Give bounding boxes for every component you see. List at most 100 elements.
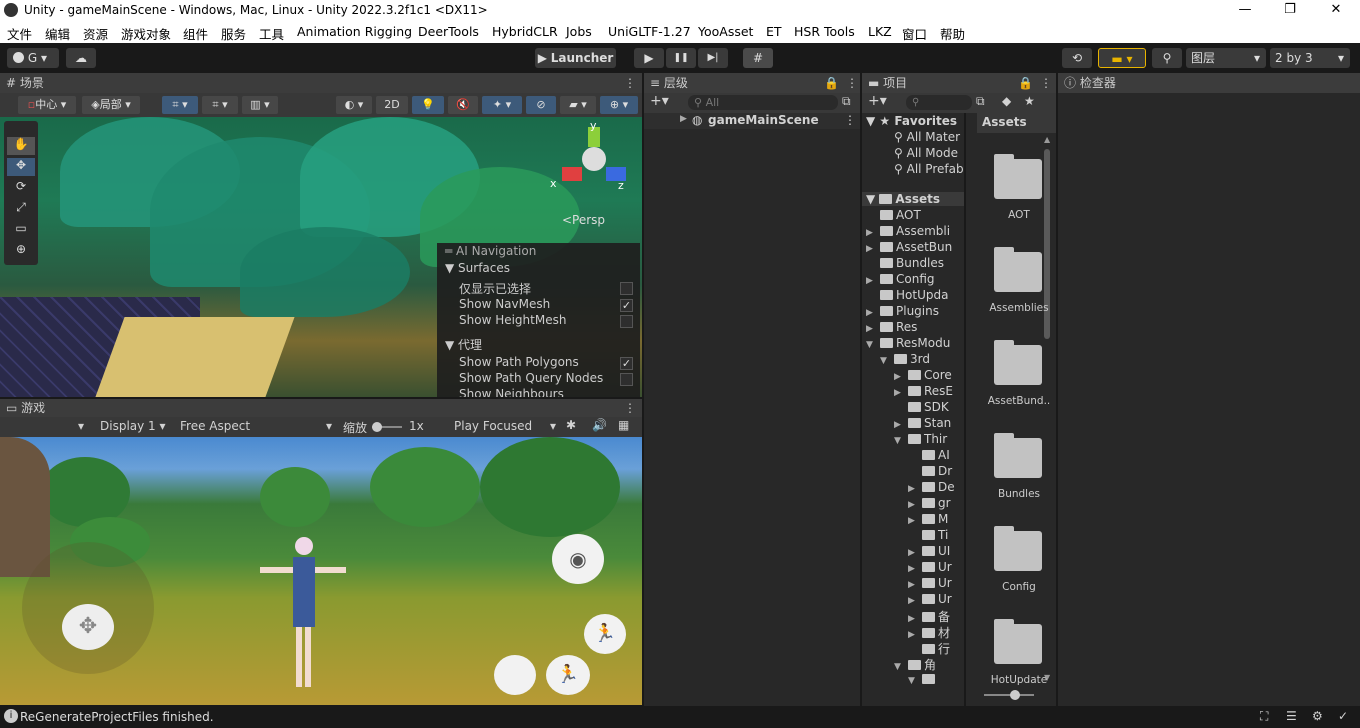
- favorite-icon[interactable]: ★: [1024, 94, 1035, 108]
- tree-folder-row[interactable]: ▶ Ur: [908, 576, 952, 590]
- tree-folder-row[interactable]: ▶ Stan: [894, 416, 951, 430]
- project-menu-icon[interactable]: ⋮: [1040, 73, 1052, 93]
- grid-toggle[interactable]: ⌗ ▾: [162, 96, 198, 114]
- folder-icon[interactable]: [994, 433, 1042, 478]
- expand-arrow-icon[interactable]: ▶: [908, 500, 922, 510]
- expand-arrow-icon[interactable]: ▶: [866, 276, 880, 286]
- pause-button[interactable]: ❚❚: [666, 48, 696, 68]
- menu-unigltf[interactable]: UniGLTF-1.27: [608, 24, 691, 39]
- gizmos-dropdown[interactable]: ⊕ ▾: [600, 96, 638, 114]
- nav-option-checkbox[interactable]: [620, 315, 633, 328]
- expand-arrow-icon[interactable]: ▶: [866, 244, 880, 254]
- tab-project[interactable]: ▬ 项目: [868, 73, 907, 93]
- expand-arrow-icon[interactable]: ▶: [908, 548, 922, 558]
- expand-arrow-icon[interactable]: ▼: [908, 676, 922, 686]
- folder-icon[interactable]: [994, 154, 1042, 199]
- expand-arrow-icon[interactable]: ▶: [894, 372, 908, 382]
- visibility-toggle[interactable]: ⊘: [526, 96, 556, 114]
- search-filter-icon[interactable]: ⧉: [842, 94, 851, 109]
- account-button[interactable]: G ▾: [7, 48, 59, 68]
- expand-arrow-icon[interactable]: ▼: [880, 356, 894, 366]
- rect-tool-icon[interactable]: ▭: [7, 221, 35, 239]
- close-button[interactable]: ✕: [1326, 2, 1346, 17]
- aspect-dropdown[interactable]: Free Aspect ▾: [180, 419, 332, 433]
- assets-root-row[interactable]: ▼ Assets: [862, 192, 964, 206]
- label-icon[interactable]: ◆: [1002, 94, 1011, 108]
- tree-folder-row[interactable]: ▼ 3rd: [880, 352, 930, 366]
- attack-button[interactable]: [494, 655, 536, 695]
- 2d-toggle[interactable]: 2D: [376, 96, 408, 114]
- menu-deertools[interactable]: DeerTools: [418, 24, 479, 39]
- tree-folder-row[interactable]: ▶ ResE: [894, 384, 953, 398]
- scene-menu-icon[interactable]: ⋮: [844, 113, 856, 127]
- display-dropdown[interactable]: Display 1 ▾: [100, 419, 166, 433]
- tab-inspector[interactable]: ⓘ 检查器: [1064, 73, 1116, 93]
- menu-yooasset[interactable]: YooAsset: [698, 24, 753, 39]
- tree-folder-row[interactable]: ▶ Config: [866, 272, 935, 286]
- menu-jobs[interactable]: Jobs: [566, 24, 592, 39]
- favorite-item[interactable]: ⚲ All Prefab: [894, 162, 964, 176]
- tree-folder-row[interactable]: Bundles: [866, 256, 944, 270]
- folder-icon[interactable]: [994, 247, 1042, 292]
- game-viewport[interactable]: ✥ ◉ 🏃 🏃: [0, 437, 642, 705]
- expand-arrow-icon[interactable]: ▶: [908, 596, 922, 606]
- tree-folder-row[interactable]: ▶ De: [908, 480, 955, 494]
- move-tool-icon[interactable]: ✥: [7, 158, 35, 176]
- menu-lkz[interactable]: LKZ: [868, 24, 892, 39]
- history-button[interactable]: ⟲: [1062, 48, 1092, 68]
- camera-view-button[interactable]: ◉: [552, 534, 604, 584]
- create-asset-button[interactable]: +▾: [868, 93, 887, 109]
- scale-tool-icon[interactable]: ⤢: [7, 200, 35, 218]
- scroll-up-icon[interactable]: ▲: [1044, 135, 1050, 144]
- menu-et[interactable]: ET: [766, 24, 782, 39]
- scene-menu-icon[interactable]: ⋮: [624, 73, 636, 93]
- scale-slider[interactable]: [372, 422, 402, 432]
- expand-arrow-icon[interactable]: ▶: [680, 114, 687, 124]
- effects-dropdown[interactable]: ✦ ▾: [482, 96, 522, 114]
- expand-arrow-icon[interactable]: ▶: [866, 308, 880, 318]
- expand-arrow-icon[interactable]: ▶: [908, 614, 922, 624]
- scene-root-row[interactable]: ▶ ◍ gameMainScene ⋮: [644, 113, 860, 129]
- progress-icon[interactable]: ✓: [1338, 709, 1348, 723]
- expand-arrow-icon[interactable]: ▶: [908, 484, 922, 494]
- tree-folder-row[interactable]: SDK: [894, 400, 949, 414]
- tree-folder-row[interactable]: HotUpda: [866, 288, 948, 302]
- tree-folder-row[interactable]: ▼: [908, 672, 938, 686]
- tree-folder-row[interactable]: ▼ Thir: [894, 432, 947, 446]
- expand-arrow-icon[interactable]: ▶: [908, 516, 922, 526]
- audio-toggle[interactable]: 🔇: [448, 96, 478, 114]
- favorite-item[interactable]: ⚲ All Mater: [894, 130, 960, 144]
- game-menu-icon[interactable]: ⋮: [624, 398, 636, 418]
- agent-option-checkbox[interactable]: [620, 373, 633, 386]
- icon-size-slider-handle[interactable]: [1010, 690, 1020, 700]
- add-object-button[interactable]: +▾: [650, 93, 669, 109]
- orientation-gizmo[interactable]: y x z: [550, 119, 630, 197]
- tree-folder-row[interactable]: ▶ Assembli: [866, 224, 950, 238]
- nav-option-checkbox[interactable]: ✓: [620, 299, 633, 312]
- menu-edit[interactable]: 编辑: [45, 24, 70, 43]
- snap-toggle[interactable]: ⌗ ▾: [202, 96, 238, 114]
- launcher-button[interactable]: ▶ Launcher: [535, 48, 616, 68]
- menu-services[interactable]: 服务: [221, 24, 246, 43]
- tree-folder-row[interactable]: ▶ Core: [894, 368, 952, 382]
- minimize-button[interactable]: —: [1235, 2, 1255, 17]
- tab-scene[interactable]: # 场景: [6, 73, 44, 93]
- hand-tool-icon[interactable]: ✋: [7, 137, 35, 155]
- expand-arrow-icon[interactable]: ▼: [866, 340, 880, 350]
- camera-dropdown[interactable]: ▰ ▾: [560, 96, 596, 114]
- audio-icon[interactable]: 🔊: [592, 418, 607, 432]
- tree-folder-row[interactable]: ▶ gr: [908, 496, 951, 510]
- folder-icon[interactable]: [994, 340, 1042, 385]
- surfaces-foldout[interactable]: ▼ Surfaces: [445, 261, 510, 275]
- tree-folder-row[interactable]: ▶ 备: [908, 608, 950, 625]
- status-message[interactable]: ReGenerateProjectFiles finished.: [20, 710, 214, 724]
- tree-folder-row[interactable]: ▶ 材: [908, 624, 950, 641]
- nav-option-checkbox[interactable]: [620, 282, 633, 295]
- hierarchy-search-input[interactable]: ⚲ All: [688, 95, 838, 110]
- sprint-button[interactable]: 🏃: [584, 614, 626, 654]
- tree-folder-row[interactable]: Ti: [908, 528, 948, 542]
- transform-tool-icon[interactable]: ⊕: [7, 242, 35, 260]
- menu-assets[interactable]: 资源: [83, 24, 108, 43]
- favorite-item[interactable]: ⚲ All Mode: [894, 146, 958, 160]
- scale-slider-handle[interactable]: [372, 422, 382, 432]
